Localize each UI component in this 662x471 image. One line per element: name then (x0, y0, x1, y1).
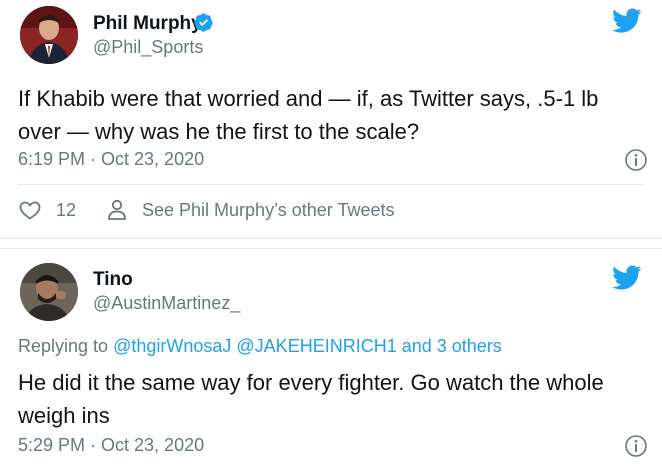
mention-link[interactable]: @thgirWnosaJ (113, 336, 231, 356)
others-link[interactable]: and 3 others (402, 336, 502, 356)
author-name[interactable]: Phil Murphy (93, 13, 202, 35)
tweet-text: He did it the same way for every fighter… (18, 370, 604, 428)
author-handle[interactable]: @AustinMartinez_ (93, 293, 240, 314)
mention-link[interactable]: @JAKEHEINRICH1 (236, 336, 396, 356)
avatar[interactable] (20, 6, 78, 64)
replying-to: Replying to @thgirWnosaJ @JAKEHEINRICH1 … (18, 336, 502, 357)
like-button[interactable]: 12 (18, 198, 76, 222)
tweet-text: If Khabib were that worried and — if, as… (18, 86, 599, 144)
tweet-timestamp[interactable]: 5:29 PM · Oct 23, 2020 (18, 435, 204, 456)
tweet-timestamp[interactable]: 6:19 PM · Oct 23, 2020 (18, 149, 204, 170)
heart-icon (19, 201, 41, 220)
see-other-tweets-link[interactable]: See Phil Murphy’s other Tweets (106, 198, 394, 222)
avatar-photo (20, 6, 78, 64)
verified-badge-icon (194, 13, 213, 32)
divider (18, 184, 644, 185)
twitter-bird-icon[interactable] (612, 8, 642, 34)
avatar[interactable] (20, 263, 78, 321)
author-name[interactable]: Tino (93, 269, 133, 291)
avatar-photo (20, 263, 78, 321)
person-icon (108, 199, 126, 220)
author-handle[interactable]: @Phil_Sports (93, 37, 203, 58)
tweet-card[interactable]: Phil Murphy @Phil_Sports If Khabib were … (0, 0, 662, 239)
see-other-tweets-label: See Phil Murphy’s other Tweets (142, 199, 395, 220)
twitter-bird-icon[interactable] (612, 265, 642, 291)
replying-prefix: Replying to (18, 336, 109, 356)
tweet-card[interactable]: Tino @AustinMartinez_ Replying to @thgir… (0, 248, 662, 471)
like-count: 12 (56, 199, 77, 220)
info-icon[interactable] (624, 434, 648, 458)
info-icon[interactable] (624, 148, 648, 172)
